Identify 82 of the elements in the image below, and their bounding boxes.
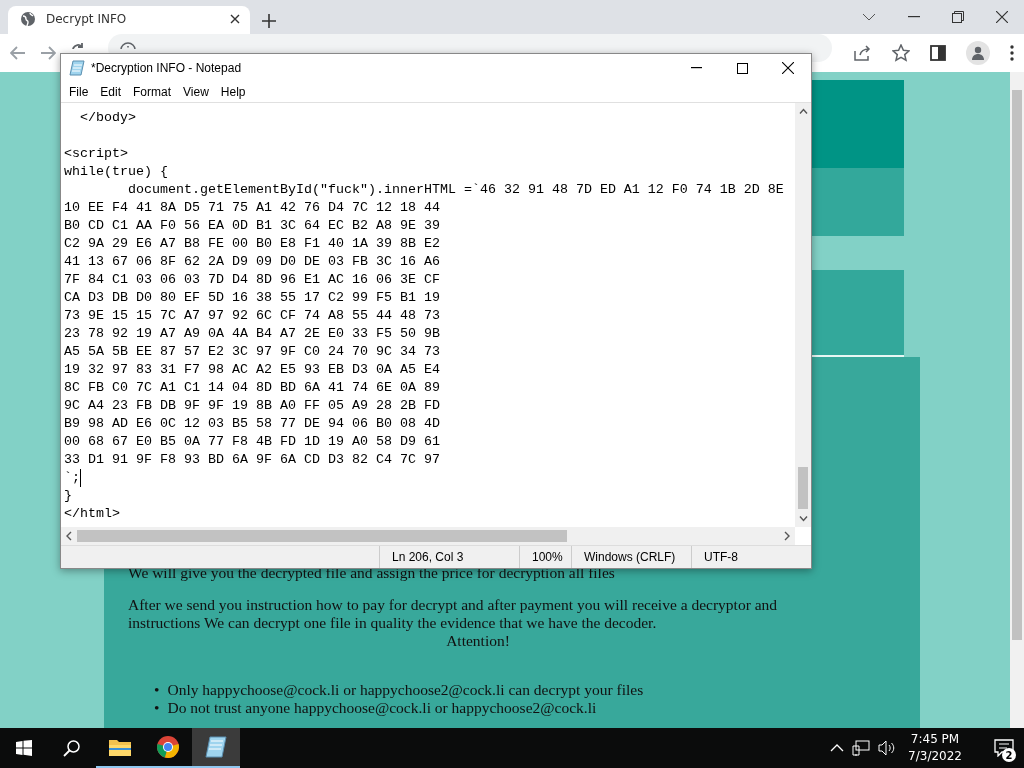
close-icon[interactable] (996, 11, 1008, 23)
code-line: document.getElementById("fuck").innerHTML =`46 32 91 48 7D ED A1 12 F0 74 1B 2D 8E (127, 181, 784, 199)
close-icon[interactable] (230, 14, 240, 24)
search-icon (63, 739, 81, 757)
share-icon[interactable] (854, 45, 872, 61)
zoom-level: 100% (519, 546, 571, 568)
windows-logo-icon (16, 740, 32, 756)
scroll-thumb[interactable] (798, 467, 808, 509)
code-line: `; (64, 469, 81, 487)
scroll-up-icon[interactable] (798, 108, 808, 114)
notification-badge: 2 (1002, 748, 1016, 762)
profile-avatar[interactable] (966, 41, 990, 65)
code-line: 19 32 97 83 31 F7 98 AC A2 E5 93 EB D3 0A A5 E4 (64, 361, 440, 379)
reload-icon[interactable] (70, 42, 86, 49)
maximize-icon[interactable] (736, 62, 748, 74)
notepad-icon (69, 60, 85, 76)
forward-icon[interactable] (40, 46, 56, 60)
code-line: CA D3 DB D0 80 EF 5D 16 38 55 17 C2 99 F5 B1 19 (64, 289, 440, 307)
notification-icon[interactable] (994, 739, 1014, 757)
code-line: 10 EE F4 41 8A D5 71 75 A1 42 76 D4 7C 12 18 44 (64, 199, 440, 217)
code-line: while(true) { (64, 163, 168, 181)
code-line: B9 98 AD E6 0C 12 03 B5 58 77 DE 94 06 B0 08 4D (64, 415, 440, 433)
code-line: 00 68 67 E0 B5 0A 77 F8 4B FD 1D 19 A0 58 D9 61 (64, 433, 440, 451)
code-line: B0 CD C1 AA F0 56 EA 0D B1 3C 64 EC B2 A8 9E 39 (64, 217, 440, 235)
scroll-down-icon[interactable] (798, 516, 808, 522)
scroll-thumb[interactable] (1012, 90, 1022, 640)
code-line: </html> (64, 505, 120, 523)
encoding: UTF-8 (691, 546, 811, 568)
menu-item[interactable]: Edit (94, 85, 128, 99)
minimize-icon[interactable] (690, 67, 702, 69)
info-icon (120, 42, 136, 49)
close-icon[interactable] (782, 62, 794, 74)
list-item: Only happychoose@cock.li or happychoose2@cock.li can decrypt your files (167, 681, 644, 699)
code-line: 23 78 92 19 A7 A9 0A 4A B4 A7 2E E0 33 F5 50 9B (64, 325, 440, 343)
chevron-up-icon[interactable] (830, 743, 845, 753)
restore-icon[interactable] (952, 11, 964, 23)
bullet: • (154, 681, 160, 699)
side-panel-icon[interactable] (930, 45, 946, 61)
horizontal-scrollbar[interactable] (61, 527, 795, 545)
chrome-icon (156, 735, 180, 759)
menu-icon[interactable] (1010, 45, 1014, 61)
code-line: 41 13 67 06 8F 62 2A D9 09 D0 DE 03 FB 3C 16 A6 (64, 253, 440, 271)
menu-item[interactable]: Format (127, 85, 178, 99)
menu-item[interactable]: View (177, 85, 215, 99)
window-title: *Decryption INFO - Notepad (91, 61, 242, 75)
page-paragraph: After we send you instruction how to pay for decrypt and after payment you will receive a decryptor and instructions We can decrypt one file in quality the evidence that we have the decoder. (128, 596, 779, 632)
globe-icon (20, 11, 36, 27)
page-heading: Attention! (445, 632, 511, 650)
clock-time[interactable]: 7:45 PM (910, 731, 960, 748)
code-line: </body> (79, 109, 136, 127)
scroll-right-icon[interactable] (783, 531, 791, 541)
folder-icon (108, 737, 132, 757)
code-line: A5 5A 5B EE 87 57 E2 3C 97 9F C0 24 70 9C 34 73 (64, 343, 440, 361)
network-icon[interactable] (852, 740, 871, 756)
menu-item[interactable]: File (63, 85, 95, 99)
notepad-icon (204, 735, 228, 759)
page-scrollbar[interactable] (1010, 72, 1024, 728)
code-line: } (64, 487, 72, 505)
cursor-position: Ln 206, Col 3 (379, 546, 519, 568)
bookmark-star-icon[interactable] (892, 44, 910, 62)
code-line: C2 9A 29 E6 A7 B8 FE 00 B0 E8 F1 40 1A 39 8B E2 (64, 235, 440, 253)
bullet: • (154, 699, 160, 717)
code-line: 73 9E 15 15 7C A7 97 92 6C CF 74 A8 55 44 48 73 (64, 307, 440, 325)
volume-icon[interactable] (878, 740, 897, 756)
new-tab-icon[interactable] (262, 14, 276, 28)
code-line: 8C FB C0 7C A1 C1 14 04 8D BD 6A 41 74 6E 0A 89 (64, 379, 440, 397)
code-line: 9C A4 23 FB DB 9F 9F 19 8B A0 FF 05 A9 28 2B FD (64, 397, 440, 415)
back-icon[interactable] (10, 46, 26, 60)
vertical-scrollbar[interactable] (795, 103, 811, 527)
scroll-left-icon[interactable] (65, 531, 73, 541)
minimize-icon[interactable] (908, 16, 920, 18)
menu-item[interactable]: Help (214, 85, 252, 99)
list-item: Do not trust anyone happychoose@cock.li or happychoose2@cock.li (167, 699, 597, 717)
scroll-thumb[interactable] (77, 530, 567, 542)
code-line: <script> (64, 145, 128, 163)
line-ending: Windows (CRLF) (571, 546, 691, 568)
code-line: 7F 84 C1 03 06 03 7D D4 8D 96 E1 AC 16 06 3E CF (64, 271, 440, 289)
taskbar-app[interactable] (192, 728, 240, 768)
browser-tab[interactable]: Decrypt INFO (8, 6, 250, 34)
chevron-down-icon[interactable] (862, 12, 876, 22)
clock-date[interactable]: 7/3/2022 (908, 748, 962, 765)
code-line: 33 D1 91 9F F8 93 BD 6A 9F 6A CD D3 82 C4 7C 97 (64, 451, 440, 469)
